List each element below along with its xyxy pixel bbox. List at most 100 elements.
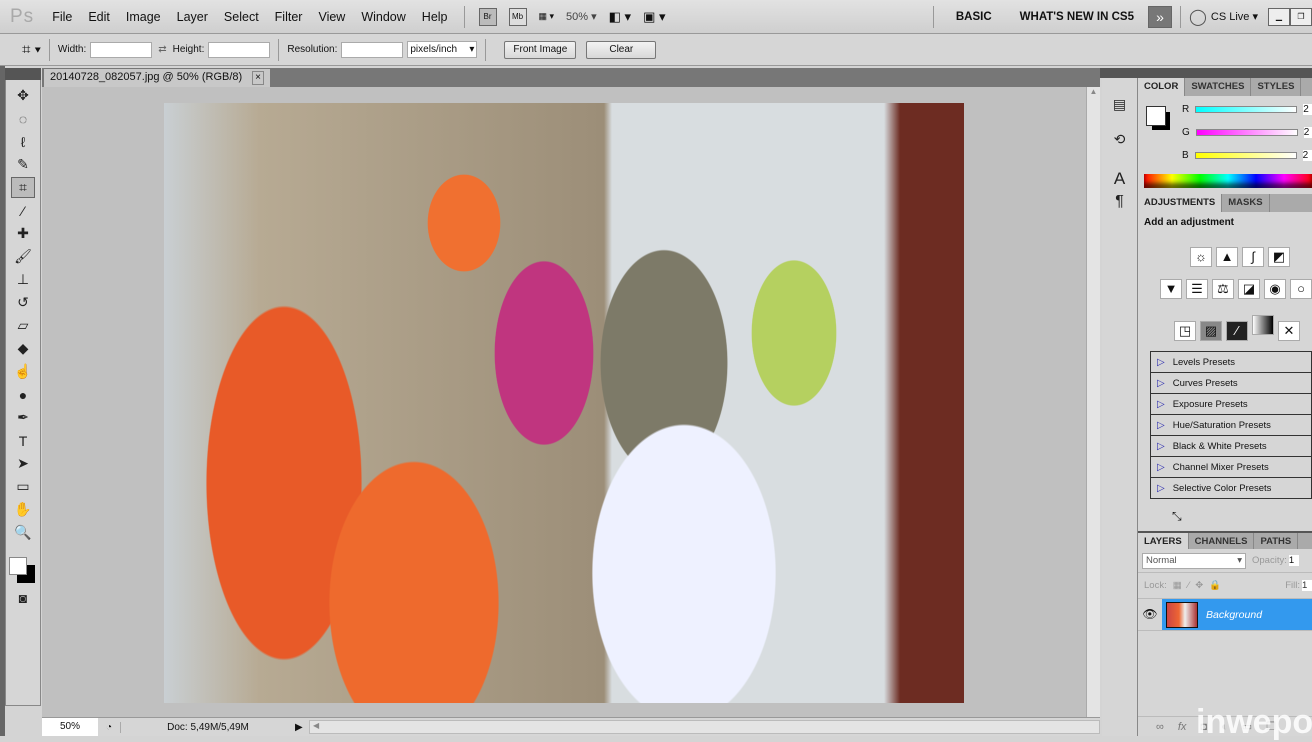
dodge-tool[interactable]: ● (11, 384, 35, 405)
invert-icon[interactable]: ◳ (1174, 321, 1196, 341)
photo-filter-icon[interactable]: ◉ (1264, 279, 1286, 299)
mini-bridge-panel-icon[interactable]: ▤ (1108, 94, 1132, 115)
menu-view[interactable]: View (310, 10, 353, 24)
move-tool[interactable]: ✥ (11, 85, 35, 106)
tab-swatches[interactable]: SWATCHES (1185, 78, 1252, 96)
crop-tool[interactable]: ⌗ (11, 177, 35, 198)
lock-position-icon[interactable]: ✥ (1195, 580, 1203, 591)
preset-channel-mixer[interactable]: ▷ Channel Mixer Presets (1151, 457, 1311, 478)
status-menu-arrow[interactable]: ▶ (295, 722, 309, 733)
curves-icon[interactable]: ∫ (1242, 247, 1264, 267)
zoom-level-dropdown[interactable]: 50% ▾ (566, 10, 597, 24)
lock-paint-icon[interactable]: ⁄ (1188, 580, 1190, 591)
more-workspaces-button[interactable]: » (1147, 5, 1172, 28)
brightness-contrast-icon[interactable]: ☼ (1190, 247, 1212, 267)
zoom-field[interactable]: 50% (42, 718, 98, 736)
menu-layer[interactable]: Layer (169, 10, 216, 24)
foreground-color-swatch[interactable] (1146, 106, 1166, 126)
levels-icon[interactable]: ▲ (1216, 247, 1238, 267)
eyedropper-tool[interactable]: ⁄ (11, 200, 35, 221)
red-slider[interactable] (1195, 106, 1298, 113)
zoom-tool[interactable]: 🔍 (11, 522, 35, 543)
resolution-input[interactable] (341, 41, 404, 58)
history-panel-icon[interactable]: ⟲ (1108, 129, 1132, 150)
tab-styles[interactable]: STYLES (1251, 78, 1302, 96)
preset-hue-saturation[interactable]: ▷ Hue/Saturation Presets (1151, 415, 1311, 436)
blue-slider[interactable] (1194, 152, 1297, 159)
preset-black-white[interactable]: ▷ Black & White Presets (1151, 436, 1311, 457)
type-tool[interactable]: T (11, 430, 35, 451)
threshold-icon[interactable]: ⁄ (1226, 321, 1248, 341)
gradient-map-icon[interactable] (1252, 315, 1274, 335)
tab-layers[interactable]: LAYERS (1138, 533, 1189, 549)
character-panel-icon[interactable]: A (1108, 168, 1132, 189)
tab-adjustments[interactable]: ADJUSTMENTS (1138, 194, 1223, 212)
view-extras-button[interactable]: ▦ ▾ (539, 11, 555, 22)
history-brush-tool[interactable]: ↺ (11, 292, 35, 313)
fill-input[interactable]: 1 (1302, 580, 1312, 591)
smudge-tool[interactable]: ☝ (11, 361, 35, 382)
menu-filter[interactable]: Filter (267, 10, 311, 24)
posterize-icon[interactable]: ▨ (1200, 321, 1222, 341)
black-white-icon[interactable]: ◪ (1238, 279, 1260, 299)
hand-tool[interactable]: ✋ (11, 499, 35, 520)
green-slider[interactable] (1195, 129, 1298, 136)
menu-image[interactable]: Image (118, 10, 169, 24)
foreground-color-swatch[interactable] (9, 557, 27, 575)
swap-dimensions-icon[interactable]: ⇄ (158, 44, 166, 55)
vertical-scrollbar[interactable]: ▲ (1086, 87, 1100, 717)
rectangle-tool[interactable]: ▭ (11, 476, 35, 497)
status-options-icon[interactable]: ◔ (98, 722, 120, 733)
layer-row[interactable]: 👁 Background (1138, 599, 1312, 631)
exposure-icon[interactable]: ◩ (1268, 247, 1290, 267)
lock-all-icon[interactable]: 🔒 (1209, 580, 1221, 591)
front-image-button[interactable]: Front Image (504, 40, 577, 59)
bridge-button[interactable]: Br (478, 7, 497, 26)
minimize-button[interactable]: ▁ (1268, 7, 1290, 26)
red-value[interactable]: 2 (1303, 104, 1312, 115)
tab-color[interactable]: COLOR (1138, 78, 1186, 96)
preset-curves[interactable]: ▷ Curves Presets (1151, 373, 1311, 394)
cs-live-button[interactable]: CS Live ▾ (1211, 10, 1258, 23)
menu-file[interactable]: File (44, 10, 80, 24)
tab-channels[interactable]: CHANNELS (1189, 533, 1255, 549)
color-balance-icon[interactable]: ⚖ (1212, 279, 1234, 299)
tab-paths[interactable]: PATHS (1254, 533, 1299, 549)
menu-edit[interactable]: Edit (80, 10, 118, 24)
clear-button[interactable]: Clear (586, 40, 657, 59)
selective-color-icon[interactable]: ✕ (1278, 321, 1300, 341)
blend-mode-select[interactable]: Normal ▾ (1142, 552, 1246, 569)
tools-panel-header[interactable] (5, 68, 41, 80)
paragraph-panel-icon[interactable]: ¶ (1108, 191, 1132, 212)
marquee-tool[interactable]: ◌ (11, 108, 35, 129)
screen-mode-button[interactable]: ▣ ▾ (643, 9, 665, 25)
healing-brush-tool[interactable]: ✚ (11, 223, 35, 244)
layer-style-icon[interactable]: fx (1178, 721, 1187, 733)
vibrance-icon[interactable]: ▼ (1160, 279, 1182, 299)
clip-to-layer-icon[interactable]: ⤡ (1138, 499, 1312, 531)
blue-value[interactable]: 2 (1302, 150, 1312, 161)
document-image[interactable] (164, 103, 964, 703)
brush-tool[interactable]: 🖌 (11, 246, 35, 267)
menu-window[interactable]: Window (353, 10, 413, 24)
height-input[interactable] (208, 41, 271, 58)
hue-saturation-icon[interactable]: ☰ (1186, 279, 1208, 299)
horizontal-scrollbar[interactable]: ◀ (309, 720, 1100, 734)
quick-mask-icon[interactable]: ◙ (11, 587, 35, 608)
visibility-eye-icon[interactable]: 👁 (1138, 599, 1162, 630)
mini-bridge-button[interactable]: Mb (508, 7, 527, 26)
tab-masks[interactable]: MASKS (1222, 194, 1270, 212)
lasso-tool[interactable]: ℓ (11, 131, 35, 152)
arrange-documents-button[interactable]: ◧ ▾ (609, 9, 631, 25)
resolution-units-select[interactable]: pixels/inch ▾ (407, 41, 478, 58)
crop-tool-preset-icon[interactable]: ⌗ ▾ (22, 41, 41, 58)
width-input[interactable] (90, 41, 153, 58)
menu-help[interactable]: Help (414, 10, 456, 24)
restore-button[interactable]: ❐ (1290, 7, 1312, 26)
close-icon[interactable]: × (252, 71, 264, 85)
workspace-whats-new[interactable]: WHAT'S NEW IN CS5 (1020, 11, 1134, 23)
paint-bucket-tool[interactable]: ◆ (11, 338, 35, 359)
lock-transparency-icon[interactable]: ▦ (1173, 580, 1182, 591)
quick-selection-tool[interactable]: ✎ (11, 154, 35, 175)
panel-dock-header[interactable] (1100, 68, 1312, 78)
